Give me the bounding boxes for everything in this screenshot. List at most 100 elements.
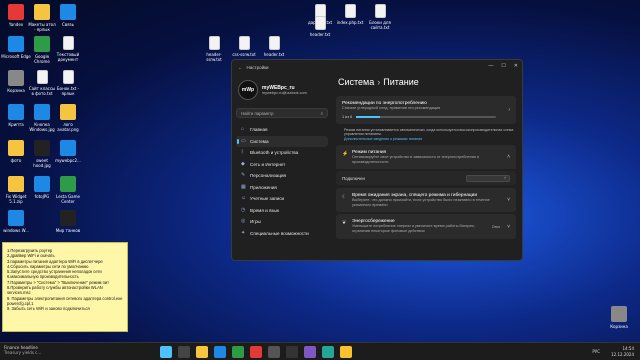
close-icon[interactable]: ✕ (514, 63, 518, 69)
info-link[interactable]: Дополнительные сведения о режимах питани… (344, 137, 422, 141)
maximize-icon[interactable]: ☐ (501, 63, 505, 69)
app-icon[interactable] (304, 346, 316, 358)
page-title: Питание (383, 77, 419, 87)
search-taskbar-icon[interactable] (178, 346, 190, 358)
desktop-icon[interactable]: css-ssrw.txt (229, 36, 259, 57)
nav-item[interactable]: ◷ Время и язык (236, 205, 328, 217)
back-arrow-icon[interactable]: ← (238, 65, 243, 70)
desktop-icon[interactable]: header.txt (259, 36, 289, 57)
nav-item[interactable]: ⌂ Главная (236, 124, 328, 136)
app-icon[interactable] (322, 346, 334, 358)
clock-icon: ◷ (241, 206, 246, 213)
nav-item[interactable]: ▦ Приложения (236, 182, 328, 194)
nav-item-label: Сеть и Интернет (250, 161, 286, 167)
note-line: 8.Проверить работу службы автонастройки … (7, 285, 103, 296)
power-mode-desc: Оптимизируйте свое устройство в зависимо… (352, 155, 480, 164)
clock[interactable]: 14:54 12.12.2024 (611, 346, 634, 357)
desktop-icon[interactable]: Lesta Game Center (53, 176, 83, 204)
file-icon (8, 176, 24, 192)
desktop-icon[interactable]: Связь (53, 4, 83, 27)
chevron-right-icon: › (508, 106, 510, 113)
file-icon (60, 210, 76, 226)
file-icon (34, 4, 50, 20)
desktop-icon-label: Lesta Game Center (56, 194, 80, 204)
desktop-icon-label: Связь (61, 22, 75, 27)
recommendations-progress: 1 из 6 (342, 115, 510, 119)
energy-saver-card[interactable]: ❦ Энергосбережение Уменьшите потребление… (336, 214, 516, 239)
minimize-icon[interactable]: — (488, 63, 493, 69)
avatar: mWp (238, 80, 258, 100)
breadcrumb: Система › Питание (338, 77, 516, 87)
news-sub: Treasury yields c... (4, 350, 42, 355)
leaf-icon: ❦ (342, 220, 347, 227)
gamepad-icon: ◎ (241, 218, 246, 225)
start-icon[interactable] (160, 346, 172, 358)
file-icon (60, 176, 76, 192)
file-icon (8, 210, 24, 226)
desktop-icon[interactable]: mywebpc2... (53, 140, 83, 163)
saver-state: Откл (491, 224, 500, 229)
desktop-icon[interactable]: Бонок.txt - ярлык (53, 70, 83, 96)
nav-item-label: Главная (250, 127, 268, 133)
power-mode-card[interactable]: ⚡ Режим питания Оптимизируйте свое устро… (336, 145, 516, 170)
chevron-down-icon: ˅ (507, 197, 510, 204)
desktop-icon[interactable]: header-ssrw.txt (199, 36, 229, 62)
nav-item[interactable]: ᛒ Bluetooth и устройства (236, 147, 328, 159)
nav-item[interactable]: ◆ Сеть и Интернет (236, 159, 328, 171)
file-icon (8, 104, 24, 120)
brush-icon: ✎ (241, 172, 246, 179)
search-input[interactable]: Найти параметр ⌕ (236, 108, 328, 118)
breadcrumb-separator: › (377, 77, 381, 87)
settings-taskbar-icon[interactable] (268, 346, 280, 358)
desktop-icon[interactable]: header.txt (305, 16, 335, 37)
power-mode-dropdown[interactable]: ˅ (466, 174, 510, 182)
yandex-icon[interactable] (250, 346, 262, 358)
power-mode-icon: ⚡ (342, 151, 349, 158)
desktop-icon[interactable]: Текстовый документ (53, 36, 83, 62)
notes-window[interactable]: 1.Перезагрузить роутер 2.драйвер WiFi и с… (2, 242, 128, 332)
bluetooth-icon: ᛒ (241, 149, 245, 156)
explorer-icon[interactable] (196, 346, 208, 358)
file-icon (60, 140, 76, 156)
nav-item-label: Приложения (250, 184, 277, 190)
recommendations-card[interactable]: Рекомендации по энергопотреблению Снизьт… (336, 96, 516, 124)
settings-main: Система › Питание Рекомендации по энергопо… (336, 74, 516, 260)
settings-sidebar: mWp myWEBpc_ru mywebpc.ru@outlook.com На… (232, 74, 332, 260)
network-icon: ◆ (241, 160, 245, 167)
sleep-card[interactable]: ☾ Время ожидания экрана, спящего режима … (336, 188, 516, 213)
desktop-icon[interactable]: Блоки для сайта.txt (365, 4, 395, 30)
file-icon (238, 36, 250, 50)
recycle-bin[interactable]: Корзина (604, 306, 634, 329)
edge-icon[interactable] (214, 346, 226, 358)
chevron-up-icon: ˄ (507, 154, 510, 161)
profile[interactable]: mWp myWEBpc_ru mywebpc.ru@outlook.com (238, 80, 326, 100)
nav-item[interactable]: ◎ Игры (236, 216, 328, 228)
desktop-icon-label: header.txt (309, 32, 331, 37)
news-widget[interactable]: Finance headline Treasury yields c... (4, 345, 41, 355)
power-mode-plugged: Подключен ˅ (336, 171, 516, 186)
chrome-icon[interactable] (232, 346, 244, 358)
desktop-icon-label: Текстовый документ (56, 52, 80, 62)
file-icon (60, 104, 76, 120)
nav-item[interactable]: ▭ Система (236, 135, 328, 147)
taskbar: Finance headline Treasury yields c... РУ… (0, 342, 640, 360)
desktop-icon[interactable]: лого avatar.png (53, 104, 83, 132)
file-icon (62, 70, 74, 84)
language-indicator[interactable]: РУС (592, 349, 600, 354)
accessibility-icon: ✦ (241, 229, 246, 236)
desktop-icon[interactable]: index.php.txt (335, 4, 365, 25)
file-icon (34, 140, 50, 156)
desktop-icon-label: index.php.txt (336, 20, 364, 25)
nav-item[interactable]: ✦ Специальные возможности (236, 228, 328, 240)
file-icon (268, 36, 280, 50)
terminal-icon[interactable] (286, 346, 298, 358)
notes-icon[interactable] (340, 346, 352, 358)
breadcrumb-parent[interactable]: Система (338, 77, 374, 87)
nav-item[interactable]: ✎ Персонализация (236, 170, 328, 182)
desktop-icon[interactable]: windows W... (1, 210, 31, 233)
window-controls: — ☐ ✕ (488, 63, 518, 69)
nav-item[interactable]: ☺ Учетные записи (236, 193, 328, 205)
search-placeholder: Найти параметр (241, 111, 274, 116)
desktop-icon[interactable]: Мир танков (53, 210, 83, 233)
recycle-bin-icon (611, 306, 627, 322)
